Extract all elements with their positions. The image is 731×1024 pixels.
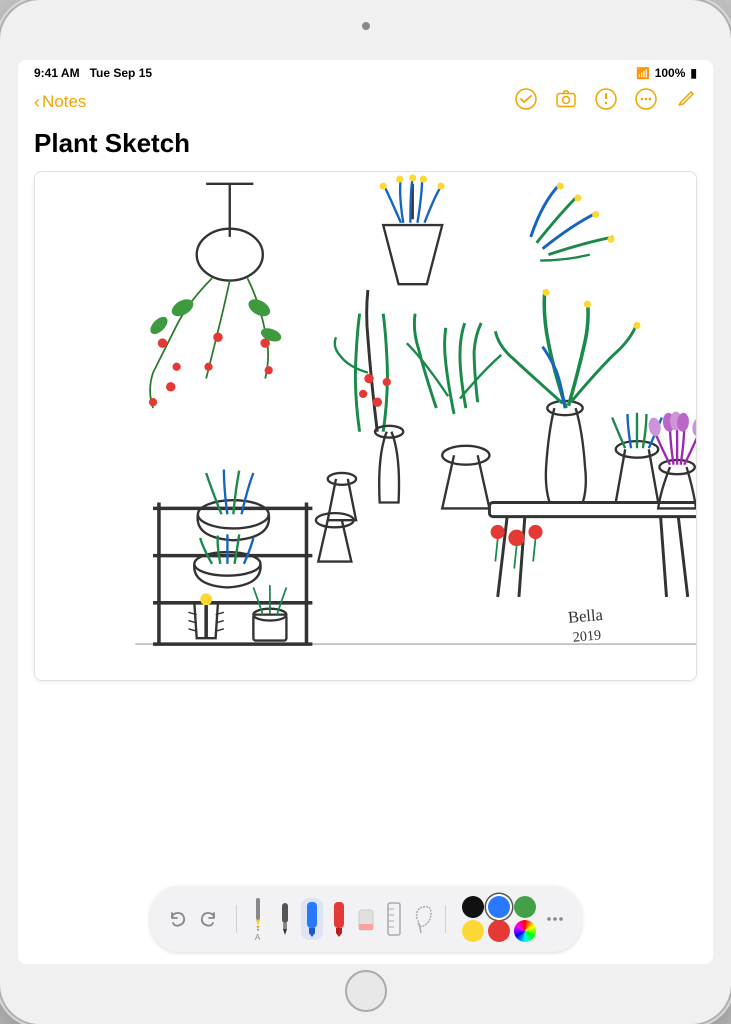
status-right: 📶 100% ▮ bbox=[636, 66, 697, 80]
color-wheel[interactable] bbox=[514, 920, 536, 942]
battery-icon: ▮ bbox=[690, 66, 697, 80]
more-options-icon[interactable] bbox=[635, 88, 657, 116]
checklist-icon[interactable] bbox=[515, 88, 537, 116]
divider-2 bbox=[445, 905, 446, 933]
home-button[interactable] bbox=[345, 970, 387, 1012]
color-red[interactable] bbox=[488, 920, 510, 942]
red-marker-tool[interactable] bbox=[329, 898, 349, 940]
ipad-frame: 9:41 AM Tue Sep 15 📶 100% ▮ ‹ Notes bbox=[0, 0, 731, 1024]
camera-dot bbox=[362, 22, 370, 30]
status-time: 9:41 AM bbox=[34, 66, 80, 80]
sketch-canvas[interactable]: Bella 2019 bbox=[34, 171, 697, 681]
back-button[interactable]: ‹ Notes bbox=[34, 92, 86, 113]
status-bar: 9:41 AM Tue Sep 15 📶 100% ▮ bbox=[18, 60, 713, 84]
svg-text:2019: 2019 bbox=[572, 627, 602, 645]
eraser-tool[interactable] bbox=[355, 900, 377, 938]
drawing-toolbar: A bbox=[18, 878, 713, 964]
status-date: Tue Sep 15 bbox=[90, 66, 152, 80]
svg-text:Bella: Bella bbox=[567, 605, 604, 627]
nav-actions bbox=[515, 88, 697, 116]
redo-button[interactable] bbox=[194, 905, 222, 933]
page-title: Plant Sketch bbox=[18, 124, 713, 171]
pencil-tool[interactable]: A bbox=[247, 894, 269, 944]
color-row-bottom bbox=[462, 920, 536, 942]
color-swatches bbox=[462, 896, 536, 942]
toolbar-more-button[interactable] bbox=[542, 906, 568, 932]
ruler-tool[interactable] bbox=[383, 899, 405, 939]
blue-marker-tool[interactable] bbox=[301, 898, 323, 940]
wifi-icon: 📶 bbox=[636, 67, 650, 80]
toolbar-pill: A bbox=[150, 886, 582, 952]
markup-icon[interactable] bbox=[595, 88, 617, 116]
undo-button[interactable] bbox=[164, 905, 192, 933]
battery-label: 100% bbox=[655, 66, 686, 80]
color-blue[interactable] bbox=[488, 896, 510, 918]
undo-redo-group bbox=[164, 905, 222, 933]
lasso-tool[interactable] bbox=[411, 901, 435, 937]
color-yellow[interactable] bbox=[462, 920, 484, 942]
color-green[interactable] bbox=[514, 896, 536, 918]
camera-icon[interactable] bbox=[555, 88, 577, 116]
status-time-date: 9:41 AM Tue Sep 15 bbox=[34, 66, 152, 80]
back-label: Notes bbox=[42, 92, 86, 112]
color-black[interactable] bbox=[462, 896, 484, 918]
divider-1 bbox=[236, 905, 237, 933]
pen-tool[interactable] bbox=[275, 899, 295, 939]
nav-bar: ‹ Notes bbox=[18, 84, 713, 124]
content-area: Bella 2019 bbox=[18, 171, 713, 878]
ipad-screen: 9:41 AM Tue Sep 15 📶 100% ▮ ‹ Notes bbox=[18, 60, 713, 964]
color-row-top bbox=[462, 896, 536, 918]
compose-icon[interactable] bbox=[675, 88, 697, 116]
back-chevron-icon: ‹ bbox=[34, 92, 40, 113]
